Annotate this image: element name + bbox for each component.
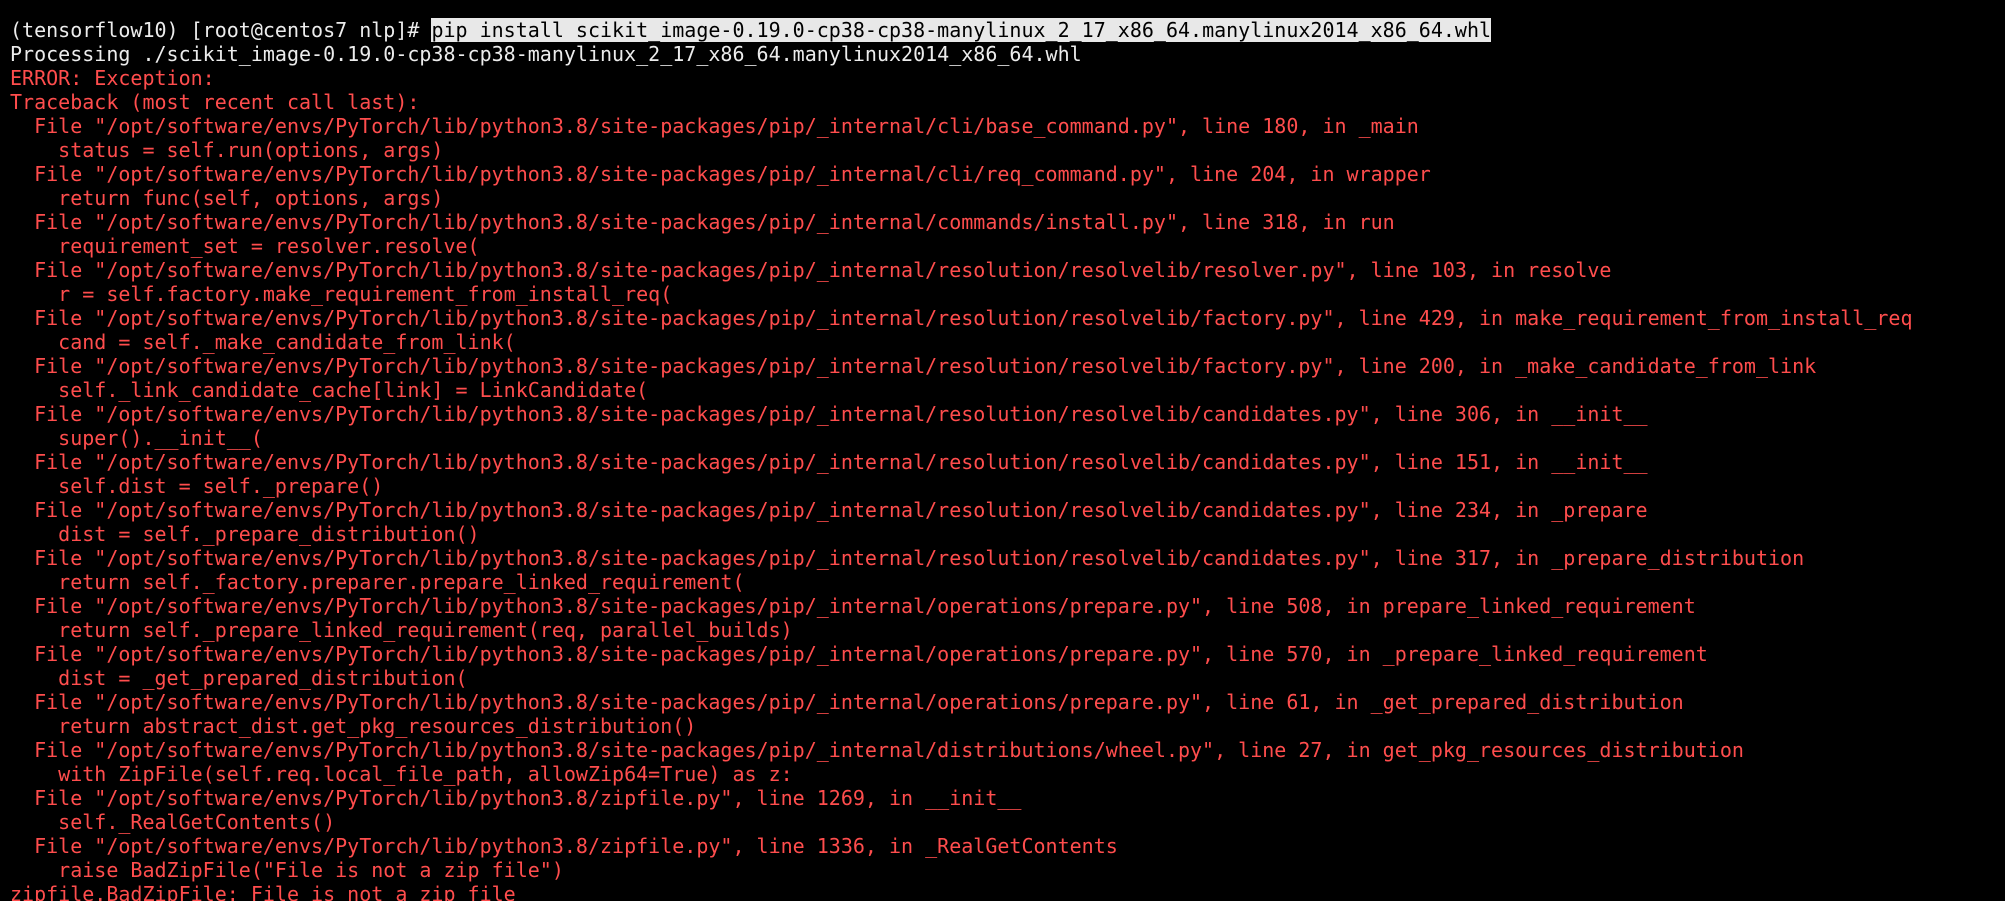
traceback-code-line: return self._prepare_linked_requirement(…	[10, 618, 793, 642]
traceback-file-line: File "/opt/software/envs/PyTorch/lib/pyt…	[10, 738, 1744, 762]
traceback-file-line: File "/opt/software/envs/PyTorch/lib/pyt…	[10, 162, 1431, 186]
traceback-file-line: File "/opt/software/envs/PyTorch/lib/pyt…	[10, 786, 1022, 810]
traceback-file-line: File "/opt/software/envs/PyTorch/lib/pyt…	[10, 354, 1817, 378]
traceback-code-line: cand = self._make_candidate_from_link(	[10, 330, 516, 354]
final-error-line: zipfile.BadZipFile: File is not a zip fi…	[10, 882, 516, 901]
traceback-file-line: File "/opt/software/envs/PyTorch/lib/pyt…	[10, 210, 1395, 234]
traceback-code-line: requirement_set = resolver.resolve(	[10, 234, 480, 258]
traceback-file-line: File "/opt/software/envs/PyTorch/lib/pyt…	[10, 690, 1684, 714]
traceback-file-line: File "/opt/software/envs/PyTorch/lib/pyt…	[10, 402, 1648, 426]
traceback-code-line: return self._factory.preparer.prepare_li…	[10, 570, 745, 594]
traceback-file-line: File "/opt/software/envs/PyTorch/lib/pyt…	[10, 642, 1708, 666]
selected-command[interactable]: pip install scikit_image-0.19.0-cp38-cp3…	[431, 18, 1492, 42]
traceback-code-line: status = self.run(options, args)	[10, 138, 444, 162]
traceback-code-line: r = self.factory.make_requirement_from_i…	[10, 282, 673, 306]
prompt-line: (tensorflow10) [root@centos7 nlp]# pip i…	[10, 18, 1492, 42]
shell-prompt: (tensorflow10) [root@centos7 nlp]#	[10, 18, 432, 42]
traceback-code-line: self._RealGetContents()	[10, 810, 336, 834]
traceback-code-line: with ZipFile(self.req.local_file_path, a…	[10, 762, 793, 786]
traceback-header: Traceback (most recent call last):	[10, 90, 420, 114]
traceback-code-line: return abstract_dist.get_pkg_resources_d…	[10, 714, 697, 738]
traceback-code-line: dist = _get_prepared_distribution(	[10, 666, 468, 690]
traceback-code-line: self._link_candidate_cache[link] = LinkC…	[10, 378, 649, 402]
processing-line: Processing ./scikit_image-0.19.0-cp38-cp…	[10, 42, 1082, 66]
traceback-file-line: File "/opt/software/envs/PyTorch/lib/pyt…	[10, 498, 1648, 522]
traceback-file-line: File "/opt/software/envs/PyTorch/lib/pyt…	[10, 834, 1118, 858]
traceback-file-line: File "/opt/software/envs/PyTorch/lib/pyt…	[10, 306, 1913, 330]
traceback-file-line: File "/opt/software/envs/PyTorch/lib/pyt…	[10, 258, 1612, 282]
traceback-file-line: File "/opt/software/envs/PyTorch/lib/pyt…	[10, 546, 1805, 570]
traceback-code-line: raise BadZipFile("File is not a zip file…	[10, 858, 564, 882]
traceback-file-line: File "/opt/software/envs/PyTorch/lib/pyt…	[10, 114, 1419, 138]
traceback-code-line: self.dist = self._prepare()	[10, 474, 384, 498]
error-header: ERROR: Exception:	[10, 66, 215, 90]
traceback-file-line: File "/opt/software/envs/PyTorch/lib/pyt…	[10, 450, 1648, 474]
traceback-code-line: dist = self._prepare_distribution()	[10, 522, 480, 546]
traceback-code-line: super().__init__(	[10, 426, 263, 450]
traceback-code-line: return func(self, options, args)	[10, 186, 444, 210]
traceback-file-line: File "/opt/software/envs/PyTorch/lib/pyt…	[10, 594, 1696, 618]
terminal-window[interactable]: (tensorflow10) [root@centos7 nlp]# pip i…	[0, 0, 2005, 901]
